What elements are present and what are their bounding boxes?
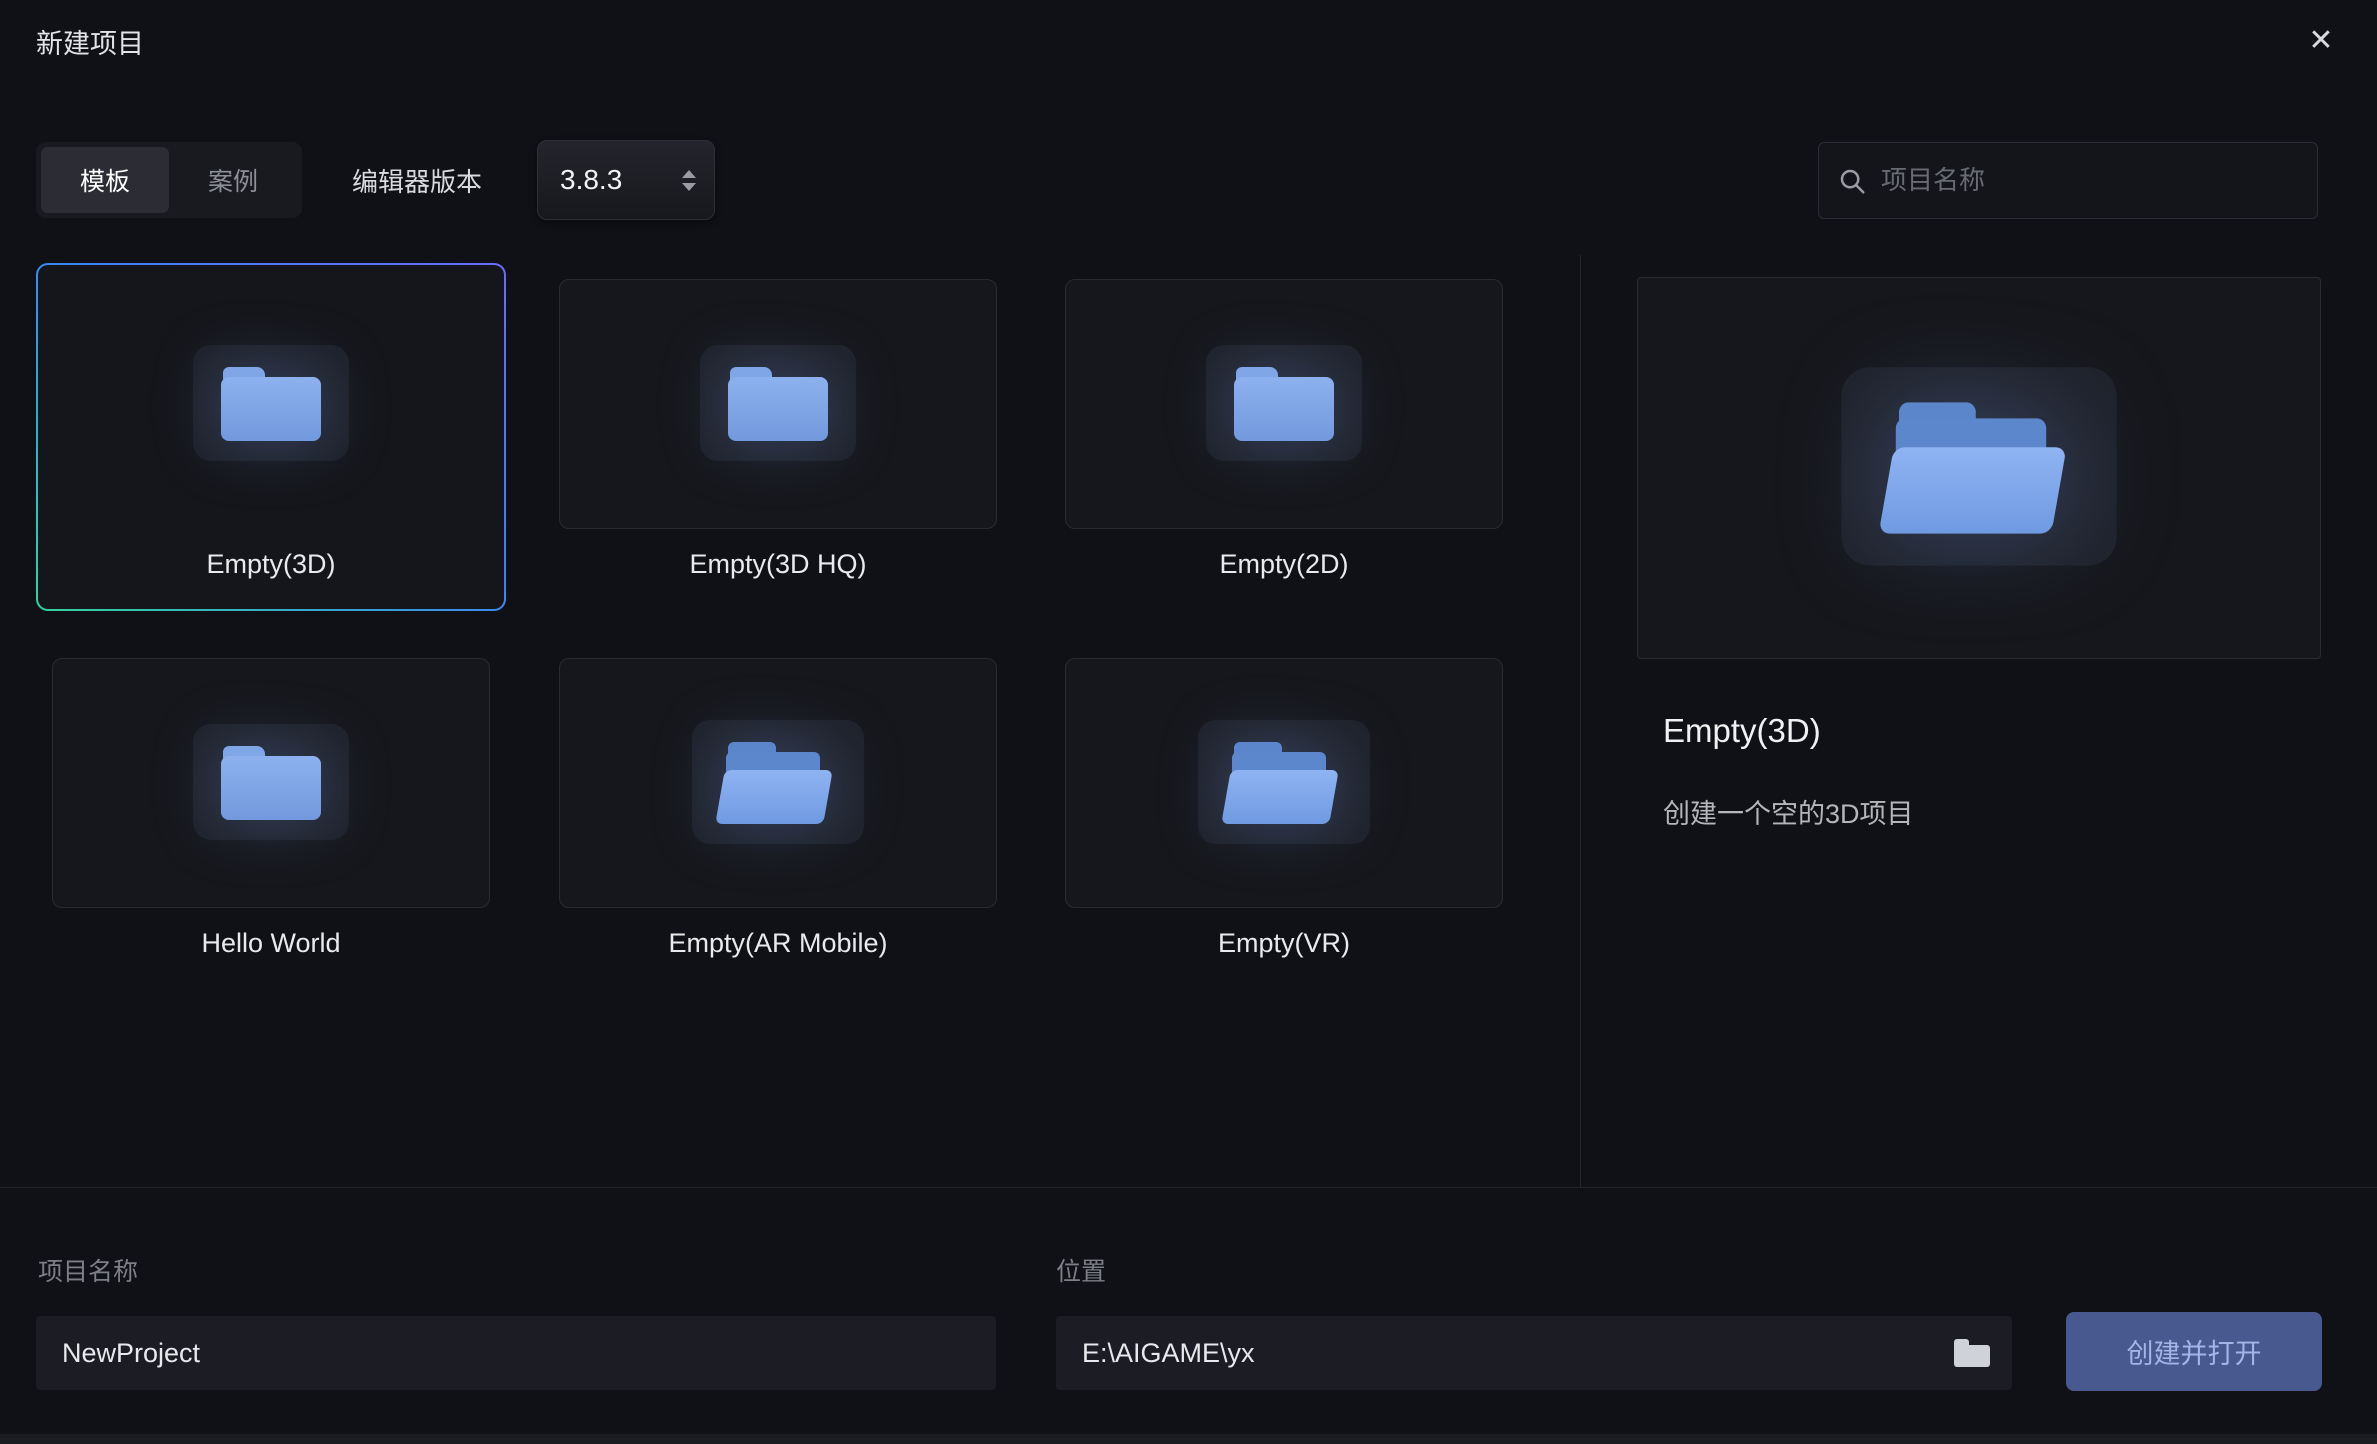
template-label: Hello World [201,927,341,958]
template-thumbnail [52,279,490,529]
template-card[interactable]: Empty(VR) [1049,642,1519,990]
location-input[interactable] [1082,1337,1954,1369]
template-thumbnail [1065,658,1503,908]
template-thumbnail [1065,279,1503,529]
new-project-dialog: 新建项目 ✕ 模板 案例 编辑器版本 3.8.3 Empty(3D) [0,0,2377,1444]
chevron-down-icon[interactable] [682,182,696,191]
dialog-title: 新建项目 [36,29,144,59]
folder-open-icon [692,720,864,844]
horizontal-scrollbar[interactable] [0,1434,2377,1444]
selected-template-description: 创建一个空的3D项目 [1663,799,1914,829]
folder-closed-icon [1206,345,1362,461]
tab-examples[interactable]: 案例 [169,147,297,213]
template-card[interactable]: Hello World [36,642,506,990]
version-stepper-icon[interactable] [682,169,696,191]
template-label: Empty(3D) [206,548,336,579]
template-card[interactable]: Empty(3D) [36,263,506,611]
template-card[interactable]: Empty(AR Mobile) [543,642,1013,990]
editor-version-value: 3.8.3 [560,164,623,195]
browse-folder-icon[interactable] [1954,1339,1990,1367]
chevron-up-icon[interactable] [682,169,696,178]
template-thumbnail [559,658,997,908]
search-box [1818,142,2318,219]
template-card[interactable]: Empty(3D HQ) [543,263,1013,611]
project-name-input[interactable] [36,1316,996,1390]
template-label: Empty(2D) [1219,548,1349,579]
selected-template-title: Empty(3D) [1663,712,1821,749]
editor-version-label: 编辑器版本 [352,166,483,197]
template-label: Empty(AR Mobile) [668,927,888,958]
tab-templates[interactable]: 模板 [41,147,169,213]
folder-closed-icon [193,724,349,840]
template-thumbnail [52,658,490,908]
folder-closed-icon [700,345,856,461]
template-thumbnail [559,279,997,529]
location-label: 位置 [1056,1258,1107,1286]
folder-closed-icon [193,345,349,461]
folder-open-icon [1841,367,2117,566]
vertical-divider [1580,255,1581,1187]
horizontal-divider [0,1187,2377,1188]
search-icon [1837,166,1867,196]
template-card[interactable]: Empty(2D) [1049,263,1519,611]
search-input[interactable] [1881,165,2299,196]
close-icon[interactable]: ✕ [2297,16,2345,64]
selected-template-preview [1637,277,2321,659]
project-name-label: 项目名称 [38,1258,139,1286]
template-label: Empty(3D HQ) [689,548,867,579]
template-label: Empty(VR) [1217,927,1350,958]
location-field [1056,1316,2012,1390]
template-source-tabs: 模板 案例 [36,142,302,218]
folder-open-icon [1198,720,1370,844]
editor-version-select[interactable]: 3.8.3 [537,140,715,220]
create-and-open-button[interactable]: 创建并打开 [2066,1312,2322,1391]
